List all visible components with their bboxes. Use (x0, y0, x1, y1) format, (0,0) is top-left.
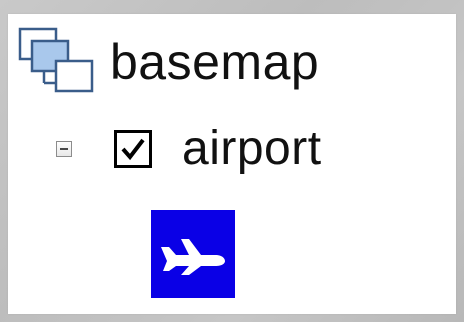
layer-label: airport (182, 122, 322, 175)
layer-group-icon (18, 27, 96, 97)
airport-symbol-swatch (151, 210, 235, 298)
layer-tree-panel: basemap airport (8, 14, 456, 314)
tree-layer-airport[interactable]: airport (56, 114, 322, 184)
layer-visibility-checkbox[interactable] (114, 130, 152, 168)
collapse-minus-icon[interactable] (56, 141, 72, 157)
checkmark-icon (121, 138, 145, 161)
airplane-icon (161, 239, 225, 275)
tree-group-basemap[interactable]: basemap (18, 24, 319, 100)
group-label: basemap (110, 34, 320, 90)
